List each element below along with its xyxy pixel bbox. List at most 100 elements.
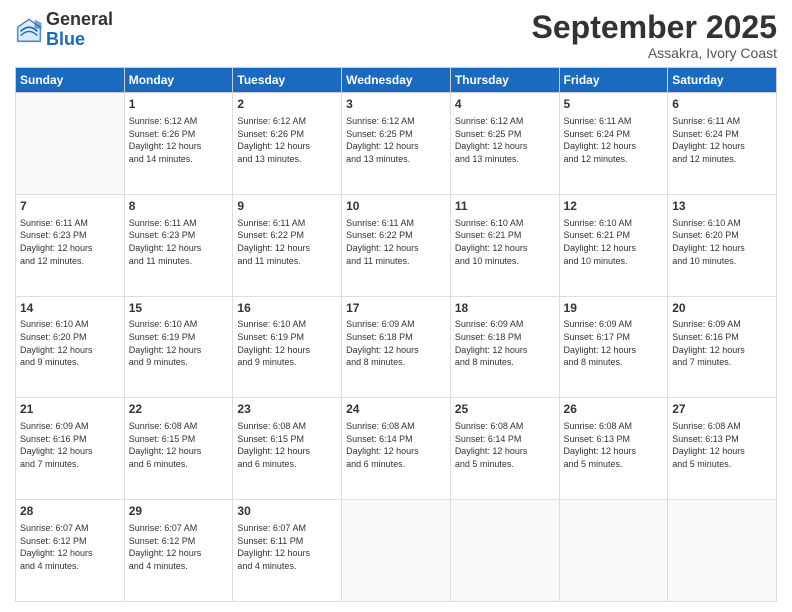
day-number: 27: [672, 401, 772, 418]
day-info: Sunset: 6:15 PM: [129, 433, 229, 446]
calendar-week-row: 1Sunrise: 6:12 AMSunset: 6:26 PMDaylight…: [16, 93, 777, 195]
day-info: and 8 minutes.: [455, 356, 555, 369]
day-info: Sunset: 6:22 PM: [346, 229, 446, 242]
day-number: 1: [129, 96, 229, 113]
table-row: 8Sunrise: 6:11 AMSunset: 6:23 PMDaylight…: [124, 194, 233, 296]
table-row: 26Sunrise: 6:08 AMSunset: 6:13 PMDayligh…: [559, 398, 668, 500]
logo-blue-text: Blue: [46, 30, 113, 50]
col-sunday: Sunday: [16, 68, 125, 93]
day-info: Daylight: 12 hours: [20, 445, 120, 458]
table-row: 23Sunrise: 6:08 AMSunset: 6:15 PMDayligh…: [233, 398, 342, 500]
day-info: Sunrise: 6:10 AM: [455, 217, 555, 230]
day-info: Sunset: 6:26 PM: [237, 128, 337, 141]
day-info: and 10 minutes.: [455, 255, 555, 268]
day-info: Daylight: 12 hours: [564, 140, 664, 153]
day-info: Sunset: 6:12 PM: [129, 535, 229, 548]
day-info: Daylight: 12 hours: [346, 140, 446, 153]
day-number: 10: [346, 198, 446, 215]
day-info: Sunrise: 6:09 AM: [564, 318, 664, 331]
table-row: 27Sunrise: 6:08 AMSunset: 6:13 PMDayligh…: [668, 398, 777, 500]
day-number: 26: [564, 401, 664, 418]
day-number: 9: [237, 198, 337, 215]
day-number: 15: [129, 300, 229, 317]
day-info: Sunrise: 6:12 AM: [455, 115, 555, 128]
day-info: Sunset: 6:11 PM: [237, 535, 337, 548]
day-info: and 10 minutes.: [564, 255, 664, 268]
logo-icon: [15, 16, 43, 44]
day-info: and 14 minutes.: [129, 153, 229, 166]
calendar-table: Sunday Monday Tuesday Wednesday Thursday…: [15, 67, 777, 602]
day-info: Daylight: 12 hours: [237, 242, 337, 255]
day-info: and 13 minutes.: [455, 153, 555, 166]
table-row: 3Sunrise: 6:12 AMSunset: 6:25 PMDaylight…: [342, 93, 451, 195]
day-info: and 11 minutes.: [237, 255, 337, 268]
day-info: and 11 minutes.: [346, 255, 446, 268]
table-row: [559, 500, 668, 602]
day-info: and 7 minutes.: [20, 458, 120, 471]
col-tuesday: Tuesday: [233, 68, 342, 93]
day-number: 12: [564, 198, 664, 215]
day-info: and 13 minutes.: [237, 153, 337, 166]
day-number: 17: [346, 300, 446, 317]
day-info: Sunset: 6:21 PM: [455, 229, 555, 242]
day-info: Sunrise: 6:08 AM: [455, 420, 555, 433]
day-info: Sunrise: 6:12 AM: [237, 115, 337, 128]
day-info: Daylight: 12 hours: [20, 547, 120, 560]
table-row: 15Sunrise: 6:10 AMSunset: 6:19 PMDayligh…: [124, 296, 233, 398]
day-info: and 9 minutes.: [20, 356, 120, 369]
day-info: Daylight: 12 hours: [20, 242, 120, 255]
day-number: 30: [237, 503, 337, 520]
day-info: and 11 minutes.: [129, 255, 229, 268]
day-info: Daylight: 12 hours: [564, 344, 664, 357]
day-info: Sunset: 6:13 PM: [564, 433, 664, 446]
table-row: 30Sunrise: 6:07 AMSunset: 6:11 PMDayligh…: [233, 500, 342, 602]
day-number: 18: [455, 300, 555, 317]
day-info: and 4 minutes.: [237, 560, 337, 573]
day-number: 28: [20, 503, 120, 520]
day-info: Sunrise: 6:10 AM: [129, 318, 229, 331]
table-row: 18Sunrise: 6:09 AMSunset: 6:18 PMDayligh…: [450, 296, 559, 398]
table-row: 1Sunrise: 6:12 AMSunset: 6:26 PMDaylight…: [124, 93, 233, 195]
logo: General Blue: [15, 10, 113, 50]
table-row: 22Sunrise: 6:08 AMSunset: 6:15 PMDayligh…: [124, 398, 233, 500]
day-info: Daylight: 12 hours: [129, 547, 229, 560]
day-number: 8: [129, 198, 229, 215]
day-info: and 6 minutes.: [129, 458, 229, 471]
day-info: and 6 minutes.: [237, 458, 337, 471]
day-info: Daylight: 12 hours: [129, 242, 229, 255]
day-info: and 13 minutes.: [346, 153, 446, 166]
day-info: Daylight: 12 hours: [129, 140, 229, 153]
day-info: Sunset: 6:19 PM: [237, 331, 337, 344]
calendar-week-row: 28Sunrise: 6:07 AMSunset: 6:12 PMDayligh…: [16, 500, 777, 602]
day-number: 23: [237, 401, 337, 418]
day-info: Sunrise: 6:09 AM: [455, 318, 555, 331]
day-number: 19: [564, 300, 664, 317]
day-info: Sunset: 6:20 PM: [672, 229, 772, 242]
table-row: 13Sunrise: 6:10 AMSunset: 6:20 PMDayligh…: [668, 194, 777, 296]
day-info: Sunset: 6:19 PM: [129, 331, 229, 344]
day-info: Sunset: 6:14 PM: [455, 433, 555, 446]
day-info: Sunrise: 6:11 AM: [237, 217, 337, 230]
calendar-week-row: 7Sunrise: 6:11 AMSunset: 6:23 PMDaylight…: [16, 194, 777, 296]
day-info: and 8 minutes.: [346, 356, 446, 369]
day-info: Sunset: 6:16 PM: [20, 433, 120, 446]
day-info: Daylight: 12 hours: [455, 140, 555, 153]
table-row: 14Sunrise: 6:10 AMSunset: 6:20 PMDayligh…: [16, 296, 125, 398]
day-number: 4: [455, 96, 555, 113]
day-info: Sunset: 6:16 PM: [672, 331, 772, 344]
day-info: Sunset: 6:14 PM: [346, 433, 446, 446]
day-info: Daylight: 12 hours: [237, 445, 337, 458]
day-info: Sunrise: 6:11 AM: [129, 217, 229, 230]
table-row: 20Sunrise: 6:09 AMSunset: 6:16 PMDayligh…: [668, 296, 777, 398]
day-number: 7: [20, 198, 120, 215]
day-number: 13: [672, 198, 772, 215]
calendar-week-row: 21Sunrise: 6:09 AMSunset: 6:16 PMDayligh…: [16, 398, 777, 500]
day-info: Sunset: 6:26 PM: [129, 128, 229, 141]
day-info: Sunset: 6:24 PM: [672, 128, 772, 141]
table-row: 28Sunrise: 6:07 AMSunset: 6:12 PMDayligh…: [16, 500, 125, 602]
day-info: Sunset: 6:20 PM: [20, 331, 120, 344]
day-info: Sunrise: 6:08 AM: [564, 420, 664, 433]
table-row: [668, 500, 777, 602]
day-info: Daylight: 12 hours: [672, 242, 772, 255]
day-info: and 7 minutes.: [672, 356, 772, 369]
